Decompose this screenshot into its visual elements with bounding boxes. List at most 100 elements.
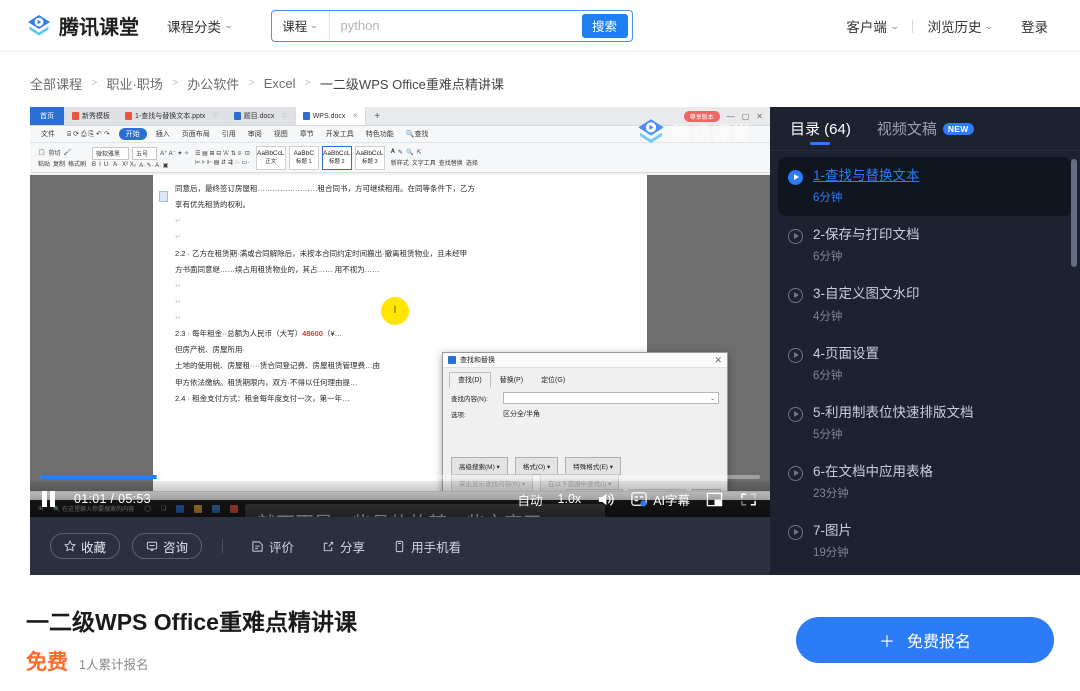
paste-icon: 📋 xyxy=(38,149,46,156)
lesson-duration: 19分钟 xyxy=(813,547,849,560)
doc-line: 同意后，最终签订房屋租……………………租合同书，方可继续租用。在同等条件下，乙方 xyxy=(175,184,475,193)
header-client-link[interactable]: 客户端 ⌄ xyxy=(832,16,912,36)
chevron-down-icon: ⌄ xyxy=(309,20,319,30)
format-button[interactable]: 格式(O) ▾ xyxy=(514,457,559,475)
tab-video-transcript[interactable]: 视频文稿 NEW xyxy=(877,107,974,151)
lesson-item-1[interactable]: 1-查找与替换文本 6分钟 xyxy=(778,157,1072,217)
video-player[interactable]: 首页 新秀模板 1-查找与替换文本.pptx ♡ 题目.docx ♡ WPS.d… xyxy=(30,107,770,517)
lesson-item-2[interactable]: 2-保存与打印文档 6分钟 xyxy=(778,216,1072,275)
wps-menu-section: 章节 xyxy=(299,131,314,138)
lesson-duration: 6分钟 xyxy=(813,192,843,205)
texttools-label: 文字工具 xyxy=(411,160,436,167)
dialog-find-input[interactable]: ⌄ xyxy=(503,392,719,404)
search-input[interactable] xyxy=(329,10,582,41)
speed-selector[interactable]: 1.0x xyxy=(558,492,582,506)
doc-line-rent: 2.3 · 每年租金··总额为人民币（大写）48600（¥… xyxy=(175,329,343,339)
lesson-title: 7-图片 xyxy=(813,523,853,539)
lesson-item-7[interactable]: 7-图片 19分钟 xyxy=(778,512,1072,571)
star-icon xyxy=(64,540,76,552)
breadcrumb-separator: > xyxy=(91,77,98,89)
ribbon-paragraph-group: ☰ ▤ ⊞ ⊟ 'A' ⇅ ≡· ⊡ ⊨ ⊧ ⊩ ▤ ⇵ ⇶ ◌· ▭· xyxy=(195,150,250,166)
player-stage: 首页 新秀模板 1-查找与替换文本.pptx ♡ 题目.docx ♡ WPS.d… xyxy=(30,107,1080,575)
doc-line: 2.2 · 乙方在租赁期·满或合同解除后，未按本合同约定时间搬出·撤离租赁物业，… xyxy=(175,248,468,258)
header-client-label: 客户端 xyxy=(846,20,887,35)
select-label: 选择 xyxy=(465,160,478,167)
lesson-item-3[interactable]: 3-自定义图文水印 4分钟 xyxy=(778,275,1072,334)
lesson-item-4[interactable]: 4-页面设置 6分钟 xyxy=(778,335,1072,394)
strike-icon: A· xyxy=(113,162,120,168)
cursor-highlight-icon: I xyxy=(381,297,409,325)
lesson-item-6[interactable]: 6-在文档中应用表格 23分钟 xyxy=(778,453,1072,512)
lesson-title: 4-页面设置 xyxy=(813,345,880,361)
dialog-tab-goto[interactable]: 定位(G) xyxy=(532,372,574,388)
search-button[interactable]: 搜索 xyxy=(581,13,628,38)
fullscreen-icon[interactable] xyxy=(739,491,758,508)
progress-bar[interactable] xyxy=(40,471,760,483)
share-button[interactable]: 分享 xyxy=(314,537,373,556)
breadcrumb-item-all-courses[interactable]: 全部课程 xyxy=(30,74,82,93)
quality-selector[interactable]: 自动 xyxy=(518,490,543,509)
ribbon-paragraph-bottom: ⊨ ⊧ ⊩ ▤ ⇵ ⇶ ◌· ▭· xyxy=(195,159,250,166)
breadcrumb-item-excel[interactable]: Excel xyxy=(264,76,296,91)
tab-catalog[interactable]: 目录 (64) xyxy=(790,107,851,151)
wps-tab-home: 首页 xyxy=(30,107,65,125)
formatbrush-icon: 🖌 xyxy=(63,149,72,156)
volume-icon[interactable] xyxy=(596,491,615,508)
site-logo[interactable]: 腾讯课堂 xyxy=(26,11,139,40)
advanced-search-button[interactable]: 高级搜索(M) ▾ xyxy=(451,457,508,475)
texttools-icon: ✎ xyxy=(397,149,403,156)
sidebar-scrollbar[interactable] xyxy=(1071,159,1077,267)
wps-tab-pptx-label: 1-查找与替换文本.pptx xyxy=(135,113,206,120)
breadcrumb-item-career[interactable]: 职业·职场 xyxy=(106,74,162,93)
player-column: 首页 新秀模板 1-查找与替换文本.pptx ♡ 题目.docx ♡ WPS.d… xyxy=(30,107,770,575)
lesson-duration: 5分钟 xyxy=(813,428,843,441)
breadcrumb-separator: > xyxy=(171,77,179,89)
dialog-titlebar: 查找和替换 ✕ xyxy=(443,353,727,368)
file-icon xyxy=(233,112,241,120)
search-type-label: 课程 xyxy=(282,20,308,34)
lesson-item-5[interactable]: 5-利用制表位快速排版文档 5分钟 xyxy=(778,394,1072,453)
wps-vip-badge: 尊享版本 xyxy=(683,110,720,122)
play-circle-icon xyxy=(788,170,803,185)
ribbon-clipboard-top: 📋 剪切 🖌 xyxy=(38,148,86,157)
review-icon xyxy=(251,540,264,553)
nav-course-category[interactable]: 课程分类 ⌄ xyxy=(167,16,234,36)
watch-on-mobile-button[interactable]: 用手机看 xyxy=(385,537,469,556)
close-icon[interactable]: ✕ xyxy=(714,355,722,366)
header-history-link[interactable]: 浏览历史 ⌄ xyxy=(913,16,1007,36)
ai-subtitle-button[interactable]: AI字幕 xyxy=(630,490,690,509)
style-h1-preview: AaBbC xyxy=(293,150,315,157)
free-signup-button[interactable]: ＋ 免费报名 xyxy=(796,616,1054,663)
wps-menu-devtools: 开发工具 xyxy=(325,131,354,138)
ribbon-tools-top: 𝐀 ✎ 🔍 ⇱ xyxy=(391,149,478,156)
header-login-link[interactable]: 登录 xyxy=(1007,16,1062,36)
chevron-down-icon: ⌄ xyxy=(223,20,234,30)
doc-blank-line: ↵ xyxy=(175,216,182,226)
close-icon: ♡ xyxy=(281,113,288,120)
special-format-button[interactable]: 特殊格式(E) ▾ xyxy=(565,457,622,475)
wps-menu-view: 视图 xyxy=(273,131,288,138)
wps-menu-review: 审阅 xyxy=(247,131,262,138)
review-button[interactable]: 评价 xyxy=(243,537,302,556)
picture-in-picture-icon[interactable] xyxy=(705,491,724,508)
lesson-duration: 6分钟 xyxy=(813,369,843,382)
dialog-title: 查找和替换 xyxy=(460,357,495,364)
ribbon-paragraph-top: ☰ ▤ ⊞ ⊟ 'A' ⇅ ≡· ⊡ xyxy=(195,150,250,157)
lesson-item-8[interactable]: 8-使用超链接 xyxy=(778,571,1072,575)
wps-new-tab-icon: + xyxy=(374,110,381,122)
play-circle-icon xyxy=(788,525,803,541)
consult-button[interactable]: 咨询 xyxy=(132,533,203,559)
breadcrumb-item-office-software[interactable]: 办公软件 xyxy=(187,74,239,93)
search-type-select[interactable]: 课程 ⌄ xyxy=(272,10,330,41)
play-circle-icon xyxy=(788,347,803,363)
subtitle-icon xyxy=(630,491,648,507)
dialog-tab-replace[interactable]: 替换(P) xyxy=(491,372,532,388)
dialog-tab-find[interactable]: 查找(D) xyxy=(449,372,491,388)
video-content-wps-screen: 首页 新秀模板 1-查找与替换文本.pptx ♡ 题目.docx ♡ WPS.d… xyxy=(30,107,770,517)
font-grow-icon: A⁺ A⁻ ✦ ✧ xyxy=(160,150,190,157)
pause-icon[interactable] xyxy=(42,491,60,507)
dialog-options-label: 选项: xyxy=(451,412,466,419)
favorite-button[interactable]: 收藏 xyxy=(50,533,121,559)
play-circle-icon xyxy=(788,406,803,422)
style-h3-name: 标题 3 xyxy=(361,159,378,165)
